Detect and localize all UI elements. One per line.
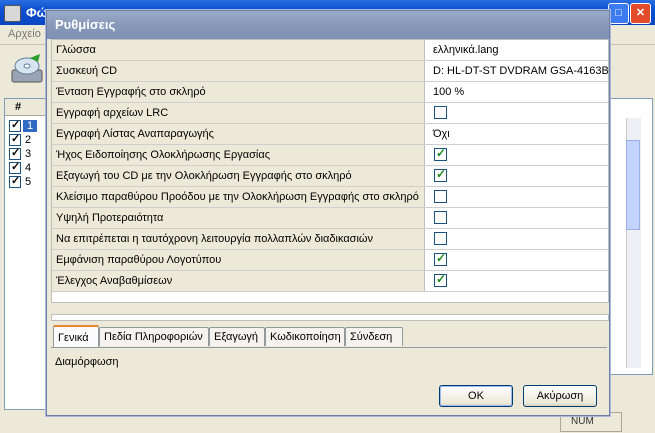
settings-row[interactable]: Κλείσιμο παραθύρου Προόδου με την Ολοκλή…: [52, 187, 608, 208]
setting-value[interactable]: ελληνικά.lang: [426, 40, 608, 60]
setting-checkbox[interactable]: [426, 166, 608, 186]
checkbox-icon: [9, 118, 21, 132]
checkbox-checked-icon[interactable]: [434, 146, 447, 161]
ok-button[interactable]: OK: [439, 385, 513, 407]
tab-export[interactable]: Εξαγωγή: [209, 327, 265, 346]
checkbox-icon: [9, 132, 21, 146]
horizontal-scrollbar[interactable]: [51, 314, 609, 321]
cancel-button[interactable]: Ακύρωση: [523, 385, 597, 407]
settings-row[interactable]: Εγγραφή Λίστας Αναπαραγωγής Όχι: [52, 124, 608, 145]
setting-value[interactable]: Όχι: [426, 124, 608, 144]
setting-label: Εγγραφή αρχείων LRC: [52, 103, 425, 123]
checkbox-unchecked-icon[interactable]: [434, 211, 447, 224]
setting-label: Εμφάνιση παραθύρου Λογοτύπου: [52, 250, 425, 270]
setting-checkbox[interactable]: [426, 250, 608, 270]
settings-row[interactable]: Συσκευή CD D: HL-DT-ST DVDRAM GSA-4163B: [52, 61, 609, 82]
checkbox-unchecked-icon[interactable]: [434, 190, 447, 203]
checkbox-checked-icon[interactable]: [434, 251, 447, 266]
checkbox-unchecked-icon[interactable]: [434, 232, 447, 245]
background-title: Φώ: [26, 5, 48, 20]
settings-dialog: Ρυθμίσεις Γλώσσα ελληνικά.lang Συσκευή CD D…: [46, 10, 610, 416]
setting-checkbox[interactable]: [426, 145, 608, 165]
dialog-title: Ρυθμίσεις: [55, 17, 116, 32]
scrollbar-thumb[interactable]: [626, 140, 640, 230]
settings-row[interactable]: Εγγραφή αρχείων LRC: [52, 103, 608, 124]
tab-connection[interactable]: Σύνδεση: [345, 327, 403, 346]
checkbox-checked-icon[interactable]: [434, 272, 447, 287]
settings-row[interactable]: Γλώσσα ελληνικά.lang: [52, 40, 608, 61]
setting-checkbox[interactable]: [426, 229, 608, 249]
settings-row[interactable]: Ήχος Ειδοποίησης Ολοκλήρωσης Εργασίας: [52, 145, 608, 166]
setting-checkbox[interactable]: [426, 103, 608, 123]
checkbox-icon: [9, 160, 21, 174]
setting-label: Ήχος Ειδοποίησης Ολοκλήρωσης Εργασίας: [52, 145, 425, 165]
setting-checkbox[interactable]: [426, 271, 608, 291]
tab-info-fields[interactable]: Πεδία Πληροφοριών: [99, 327, 209, 346]
setting-label: Εξαγωγή του CD με την Ολοκλήρωση Εγγραφή…: [52, 166, 425, 186]
tab-description: Διαμόρφωση: [51, 347, 607, 370]
settings-row[interactable]: Έλεγχος Αναβαθμίσεων: [52, 271, 608, 292]
app-icon: [4, 5, 21, 22]
cd-drive-icon[interactable]: [10, 52, 44, 86]
tab-general[interactable]: Γενικά: [53, 325, 99, 348]
menu-file[interactable]: Αρχείο: [8, 28, 41, 40]
checkbox-checked-icon[interactable]: [434, 167, 447, 182]
setting-label: Έλεγχος Αναβαθμίσεων: [52, 271, 425, 291]
setting-label: Εγγραφή Λίστας Αναπαραγωγής: [52, 124, 425, 144]
setting-checkbox[interactable]: [426, 187, 608, 207]
checkbox-icon: [9, 174, 21, 188]
settings-row[interactable]: Εμφάνιση παραθύρου Λογοτύπου: [52, 250, 608, 271]
settings-row[interactable]: Εξαγωγή του CD με την Ολοκλήρωση Εγγραφή…: [52, 166, 608, 187]
setting-label: Συσκευή CD: [52, 61, 425, 81]
maximize-icon[interactable]: □: [608, 3, 629, 24]
tab-strip: Γενικά Πεδία Πληροφοριών Εξαγωγή Κωδικοπ…: [51, 325, 607, 348]
setting-label: Ένταση Εγγραφής στο σκληρό: [52, 82, 425, 102]
close-icon[interactable]: ✕: [630, 3, 651, 24]
setting-label: Κλείσιμο παραθύρου Προόδου με την Ολοκλή…: [52, 187, 425, 207]
setting-label: Γλώσσα: [52, 40, 425, 60]
setting-label: Υψηλή Προτεραιότητα: [52, 208, 425, 228]
setting-checkbox[interactable]: [426, 208, 608, 228]
setting-value[interactable]: 100 %: [426, 82, 608, 102]
track-list-header[interactable]: #: [5, 99, 45, 116]
settings-row[interactable]: Να επιτρέπεται η ταυτόχρονη λειτουργία π…: [52, 229, 608, 250]
checkbox-icon: [9, 146, 21, 160]
settings-row[interactable]: Ένταση Εγγραφής στο σκληρό 100 %: [52, 82, 608, 103]
tab-encoding[interactable]: Κωδικοποίηση: [265, 327, 345, 346]
settings-grid: Γλώσσα ελληνικά.lang Συσκευή CD D: HL-DT-ST…: [51, 39, 609, 303]
dialog-titlebar[interactable]: Ρυθμίσεις: [47, 11, 609, 39]
track-list: # 1 2 3 4 5: [4, 98, 46, 410]
setting-label: Να επιτρέπεται η ταυτόχρονη λειτουργία π…: [52, 229, 425, 249]
checkbox-unchecked-icon[interactable]: [434, 106, 447, 119]
setting-value[interactable]: D: HL-DT-ST DVDRAM GSA-4163B: [426, 61, 609, 81]
settings-row[interactable]: Υψηλή Προτεραιότητα: [52, 208, 608, 229]
